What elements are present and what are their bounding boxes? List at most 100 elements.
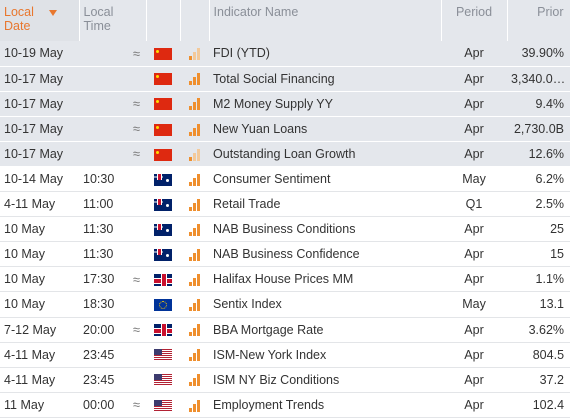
table-row[interactable]: 10-17 May ≈ New Yuan Loans Apr 2,730.0B	[0, 116, 570, 142]
approximate-time-icon	[119, 241, 147, 268]
importance-header[interactable]	[180, 0, 210, 41]
table-row[interactable]: 7-12 May 20:00 ≈ BBA Mortgage Rate Apr 3.62%	[0, 317, 570, 343]
importance-cell	[180, 342, 210, 368]
indicator-name-cell[interactable]: Retail Trade	[209, 191, 442, 218]
local-date-cell: 10-19 May	[0, 41, 79, 67]
period-cell: Apr	[441, 266, 508, 293]
indicator-name-cell[interactable]: ISM-New York Index	[209, 342, 442, 368]
approximate-time-icon: ≈	[119, 116, 147, 142]
approximate-time-icon	[119, 342, 147, 368]
local-time-cell: 17:30	[79, 266, 119, 293]
prior-cell: 3.62%	[507, 317, 570, 343]
indicator-name-cell[interactable]: Total Social Financing	[209, 66, 442, 92]
sort-desc-icon[interactable]	[49, 9, 58, 16]
importance-cell	[180, 367, 210, 393]
table-row[interactable]: 10 May 11:30 NAB Business Confidence Apr 15	[0, 241, 570, 268]
indicator-name-cell[interactable]: New Yuan Loans	[209, 116, 442, 142]
table-row[interactable]: 10-17 May Total Social Financing Apr 3,340.…	[0, 66, 570, 92]
country-flag-cell	[146, 367, 181, 393]
importance-cell	[180, 392, 210, 418]
period-cell: Apr	[441, 342, 508, 368]
prior-cell: 2.5%	[507, 191, 570, 218]
indicator-name-cell[interactable]: NAB Business Conditions	[209, 216, 442, 243]
local-time-cell: 00:00	[79, 392, 119, 418]
importance-cell	[180, 166, 210, 193]
indicator-name-cell[interactable]: NAB Business Confidence	[209, 241, 442, 268]
importance-bars-icon	[189, 299, 201, 312]
local-time-header-label-1: Local	[83, 5, 114, 19]
indicator-name-header[interactable]: Indicator Name	[209, 0, 442, 41]
approximate-time-icon	[119, 367, 147, 393]
table-row[interactable]: 10-14 May 10:30 Consumer Sentiment May 6.2%	[0, 166, 570, 193]
table-row[interactable]: 11 May 00:00 ≈ Employment Trends Apr 102.4	[0, 392, 570, 418]
indicator-name-cell[interactable]: Sentix Index	[209, 291, 442, 318]
prior-cell: 12.6%	[507, 141, 570, 167]
us-flag-icon	[154, 374, 173, 387]
approximate-time-icon: ≈	[119, 392, 147, 418]
period-cell: Apr	[441, 141, 508, 167]
table-row[interactable]: 10-17 May ≈ Outstanding Loan Growth Apr 12.6…	[0, 141, 570, 167]
period-cell: Apr	[441, 216, 508, 243]
importance-cell	[180, 241, 210, 268]
indicator-name-cell[interactable]: M2 Money Supply YY	[209, 91, 442, 117]
country-flag-cell	[146, 191, 181, 218]
country-flag-cell	[146, 41, 181, 67]
prior-cell: 2,730.0B	[507, 116, 570, 142]
china-flag-icon	[154, 98, 173, 111]
table-row[interactable]: 10-17 May ≈ M2 Money Supply YY Apr 9.4%	[0, 91, 570, 117]
table-row[interactable]: 4-11 May 23:45 ISM-New York Index Apr 804.5	[0, 342, 570, 368]
table-row[interactable]: 4-11 May 23:45 ISM NY Biz Conditions Apr 37.…	[0, 367, 570, 393]
china-flag-icon	[154, 48, 173, 60]
prior-cell: 1.1%	[507, 266, 570, 293]
local-date-header[interactable]: Local Date	[0, 0, 80, 41]
table-row[interactable]: 4-11 May 11:00 Retail Trade Q1 2.5%	[0, 191, 570, 218]
indicator-name-cell[interactable]: ISM NY Biz Conditions	[209, 367, 442, 393]
local-date-cell: 10-17 May	[0, 66, 79, 92]
australia-flag-icon	[154, 223, 173, 236]
period-cell: Apr	[441, 367, 508, 393]
importance-cell	[180, 41, 210, 67]
indicator-name-cell[interactable]: BBA Mortgage Rate	[209, 317, 442, 343]
table-row[interactable]: 10-19 May ≈ FDI (YTD) Apr 39.90%	[0, 41, 570, 67]
table-row[interactable]: 10 May 11:30 NAB Business Conditions Apr 25	[0, 216, 570, 243]
importance-cell	[180, 191, 210, 218]
importance-cell	[180, 291, 210, 318]
importance-bars-icon	[189, 198, 201, 211]
local-time-cell: 23:45	[79, 342, 119, 368]
local-time-cell: 10:30	[79, 166, 119, 193]
indicator-name-cell[interactable]: Halifax House Prices MM	[209, 266, 442, 293]
approximate-time-icon	[119, 291, 147, 318]
approximate-time-icon	[119, 191, 147, 218]
local-date-cell: 4-11 May	[0, 342, 79, 368]
importance-cell	[180, 116, 210, 142]
table-row[interactable]: 10 May 17:30 ≈ Halifax House Prices MM Apr 1.…	[0, 266, 570, 293]
importance-cell	[180, 266, 210, 293]
indicator-name-cell[interactable]: Employment Trends	[209, 392, 442, 418]
indicator-name-cell[interactable]: Outstanding Loan Growth	[209, 141, 442, 167]
period-cell: Q1	[441, 191, 508, 218]
local-time-header[interactable]: Local Time	[79, 0, 147, 41]
china-flag-icon	[154, 148, 173, 161]
prior-cell: 13.1	[507, 291, 570, 318]
country-flag-cell	[146, 91, 181, 117]
prior-cell: 39.90%	[507, 41, 570, 67]
table-row[interactable]: 10 May 18:30 Sentix Index May 13.1	[0, 291, 570, 318]
prior-header[interactable]: Prior	[507, 0, 570, 41]
country-flag-cell	[146, 266, 181, 293]
country-flag-cell	[146, 116, 181, 142]
period-header[interactable]: Period	[441, 0, 508, 41]
local-time-cell: 11:30	[79, 216, 119, 243]
period-cell: Apr	[441, 241, 508, 268]
approximate-time-icon	[119, 166, 147, 193]
local-time-cell	[79, 141, 119, 167]
local-date-cell: 10-17 May	[0, 91, 79, 117]
indicator-name-cell[interactable]: FDI (YTD)	[209, 41, 442, 67]
local-date-cell: 10 May	[0, 291, 79, 318]
country-header[interactable]	[146, 0, 181, 41]
country-flag-cell	[146, 141, 181, 167]
prior-cell: 37.2	[507, 367, 570, 393]
indicator-name-cell[interactable]: Consumer Sentiment	[209, 166, 442, 193]
approximate-time-icon: ≈	[119, 266, 147, 293]
australia-flag-icon	[154, 198, 173, 211]
importance-bars-icon	[189, 73, 201, 86]
